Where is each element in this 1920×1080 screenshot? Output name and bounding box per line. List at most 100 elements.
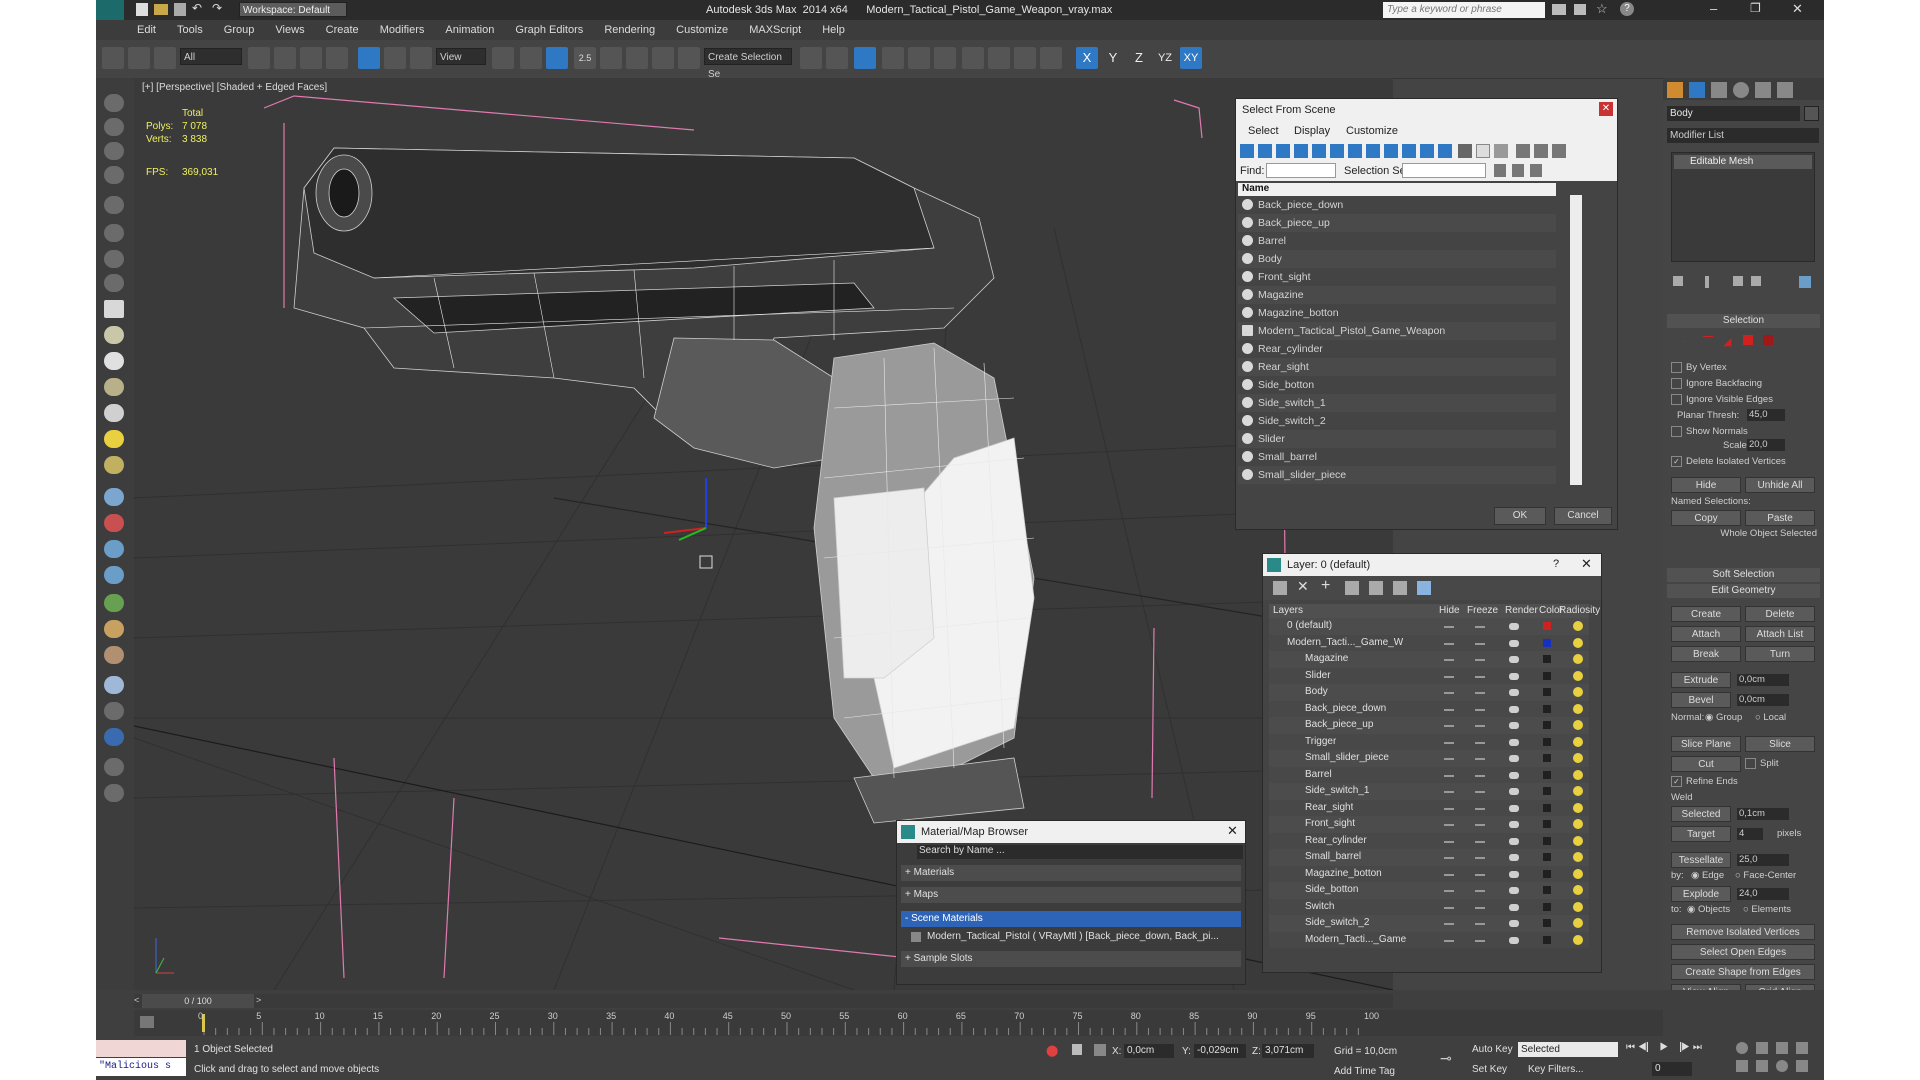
create-layer-icon[interactable] <box>1273 581 1287 595</box>
layer-row[interactable]: Back_piece_down <box>1269 700 1589 717</box>
layer-row[interactable]: Magazine_botton <box>1269 865 1589 882</box>
render-teapot-icon[interactable] <box>1509 837 1519 845</box>
radiosity-icon[interactable] <box>1573 885 1583 895</box>
attach-button[interactable]: Attach <box>1671 626 1741 642</box>
tool-icon-2[interactable] <box>104 118 124 136</box>
hide-toggle-icon[interactable] <box>1444 774 1454 777</box>
layer-color-swatch[interactable] <box>1543 622 1551 630</box>
keyboard-shortcut-override-icon[interactable] <box>546 47 568 69</box>
tool-icon-12[interactable] <box>104 566 124 584</box>
snaps-toggle-icon[interactable]: 2.5 <box>574 47 596 69</box>
radiosity-icon[interactable] <box>1573 852 1583 862</box>
graphite-ribbon-icon[interactable] <box>882 47 904 69</box>
slice-plane-button[interactable]: Slice Plane <box>1671 736 1741 752</box>
sel-set-icon-3[interactable] <box>1530 164 1542 177</box>
hide-toggle-icon[interactable] <box>1444 840 1454 843</box>
hide-toggle-icon[interactable] <box>1444 659 1454 661</box>
field-of-view-icon[interactable] <box>1736 1060 1748 1072</box>
use-pivot-center-icon[interactable] <box>492 47 514 69</box>
filter-hidden-icon[interactable] <box>1438 144 1452 158</box>
radiosity-icon[interactable] <box>1573 786 1583 796</box>
zoom-icon[interactable] <box>1736 1042 1748 1054</box>
filter-groups-icon[interactable] <box>1348 144 1362 158</box>
list-item[interactable]: Body <box>1238 250 1556 268</box>
paste-button[interactable]: Paste <box>1745 510 1815 526</box>
tool-icon-19[interactable] <box>104 758 124 776</box>
menu-graph-editors[interactable]: Graph Editors <box>506 20 592 36</box>
scale-spinner[interactable]: 20,0 <box>1747 439 1785 451</box>
tessellate-edge-radio[interactable]: ◉ Edge <box>1691 870 1724 881</box>
layer-manager-icon[interactable] <box>854 47 876 69</box>
list-item[interactable]: Back_piece_down <box>1238 196 1556 214</box>
maxscript-output-field[interactable]: "Malicious s <box>96 1058 186 1076</box>
cut-button[interactable]: Cut <box>1671 756 1741 772</box>
filter-containers-icon[interactable] <box>1402 144 1416 158</box>
time-slider[interactable]: < 0 / 100 > <box>134 994 1393 1008</box>
edit-named-selection-icon[interactable] <box>678 47 700 69</box>
split-checkbox[interactable]: Split <box>1745 758 1778 769</box>
box-primitive-icon[interactable] <box>104 300 124 318</box>
bevel-button[interactable]: Bevel <box>1671 692 1731 708</box>
layer-row[interactable]: Small_slider_piece <box>1269 750 1589 767</box>
spinner-snap-icon[interactable] <box>652 47 674 69</box>
z-coord-field[interactable]: 3,071cm <box>1262 1044 1314 1058</box>
layer-row[interactable]: Barrel <box>1269 766 1589 783</box>
select-by-name-icon[interactable] <box>274 47 296 69</box>
layer-row[interactable]: Slider <box>1269 667 1589 684</box>
maxscript-listener-field[interactable] <box>96 1040 186 1057</box>
options-icon[interactable] <box>1534 144 1548 158</box>
go-to-start-icon[interactable]: ⏮ <box>1626 1042 1635 1053</box>
sel-set-icon-1[interactable] <box>1494 164 1506 177</box>
list-item[interactable]: Magazine_botton <box>1238 304 1556 322</box>
freeze-toggle-icon[interactable] <box>1475 642 1485 645</box>
filter-xrefs-icon[interactable] <box>1366 144 1380 158</box>
menu-maxscript[interactable]: MAXScript <box>740 20 810 36</box>
menu-select[interactable]: Select <box>1248 125 1279 137</box>
layer-color-swatch[interactable] <box>1543 886 1551 894</box>
sphere-primitive-icon[interactable] <box>104 352 124 370</box>
tool-icon-5[interactable] <box>104 196 124 214</box>
section-materials[interactable]: + Materials <box>901 865 1241 881</box>
menu-views[interactable]: Views <box>266 20 313 36</box>
layer-color-swatch[interactable] <box>1543 737 1551 746</box>
hide-toggle-icon[interactable] <box>1444 708 1454 711</box>
create-tab-icon[interactable] <box>1667 82 1683 98</box>
current-frame-field[interactable]: 0 <box>1652 1062 1692 1076</box>
list-item[interactable]: Magazine <box>1238 286 1556 304</box>
layer-color-swatch[interactable] <box>1543 638 1551 647</box>
tool-icon-16[interactable] <box>104 676 124 694</box>
tool-icon-6[interactable] <box>104 224 124 242</box>
axis-y-button[interactable]: Y <box>1102 47 1124 69</box>
tool-icon-18[interactable] <box>104 728 124 746</box>
minimize-window-icon[interactable]: – <box>1710 1 1717 16</box>
material-editor-icon[interactable] <box>962 47 984 69</box>
show-end-result-icon[interactable] <box>1705 276 1709 288</box>
tool-icon-10[interactable] <box>104 514 124 532</box>
maximize-viewport-icon[interactable] <box>1796 1060 1808 1072</box>
menu-animation[interactable]: Animation <box>436 20 503 36</box>
layer-color-swatch[interactable] <box>1543 770 1551 779</box>
key-mode-dropdown[interactable]: Selected <box>1518 1042 1618 1057</box>
freeze-toggle-icon[interactable] <box>1475 626 1485 628</box>
list-item[interactable]: Front_sight <box>1238 268 1556 286</box>
menu-edit[interactable]: Edit <box>128 20 165 36</box>
zoom-extents-all-icon[interactable] <box>1796 1042 1808 1054</box>
render-teapot-icon[interactable] <box>1509 854 1519 861</box>
layer-color-swatch[interactable] <box>1543 787 1551 795</box>
vertex-level-icon[interactable]: · <box>1683 336 1686 347</box>
close-window-icon[interactable]: ✕ <box>1792 1 1803 17</box>
select-and-scale-icon[interactable] <box>410 47 432 69</box>
radiosity-icon[interactable] <box>1573 835 1583 846</box>
menu-help[interactable]: Help <box>813 20 854 36</box>
help-icon[interactable]: ? <box>1620 2 1634 16</box>
make-unique-icon[interactable] <box>1733 276 1743 286</box>
freeze-toggle-icon[interactable] <box>1475 857 1485 859</box>
radiosity-icon[interactable] <box>1573 654 1583 664</box>
filter-shapes-icon[interactable] <box>1258 144 1272 158</box>
key-icon[interactable] <box>1574 4 1586 15</box>
normal-group-radio[interactable]: ◉ Group <box>1705 712 1742 723</box>
window-crossing-icon[interactable] <box>326 47 348 69</box>
open-file-icon[interactable] <box>154 4 168 15</box>
new-file-icon[interactable] <box>136 3 148 16</box>
select-and-move-icon[interactable] <box>358 47 380 69</box>
